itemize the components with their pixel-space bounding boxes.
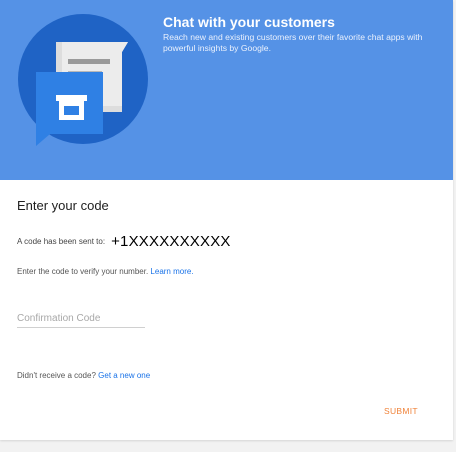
hero-title: Chat with your customers — [163, 14, 335, 30]
confirmation-code-input[interactable] — [17, 309, 145, 328]
get-new-code-link[interactable]: Get a new one — [98, 371, 150, 380]
code-sent-label: A code has been sent to: — [17, 237, 106, 246]
submit-button[interactable]: SUBMIT — [384, 406, 418, 416]
storefront-chat-icon — [36, 42, 128, 146]
hero-subtitle: Reach new and existing customers over th… — [163, 32, 423, 53]
verify-text: Enter the code to verify your number. — [17, 267, 149, 276]
hero-banner: Chat with your customers Reach new and e… — [0, 0, 453, 180]
code-sent-row: A code has been sent to: +1XXXXXXXXXX — [17, 233, 231, 250]
resend-row: Didn't receive a code? Get a new one — [17, 371, 150, 380]
phone-number: +1XXXXXXXXXX — [111, 233, 231, 250]
resend-text: Didn't receive a code? — [17, 371, 96, 380]
page-title: Enter your code — [17, 198, 109, 213]
verification-card: Chat with your customers Reach new and e… — [0, 0, 453, 440]
hero-text: Chat with your customers Reach new and e… — [163, 14, 443, 54]
learn-more-link[interactable]: Learn more. — [150, 267, 193, 276]
verify-instructions: Enter the code to verify your number. Le… — [17, 267, 194, 276]
